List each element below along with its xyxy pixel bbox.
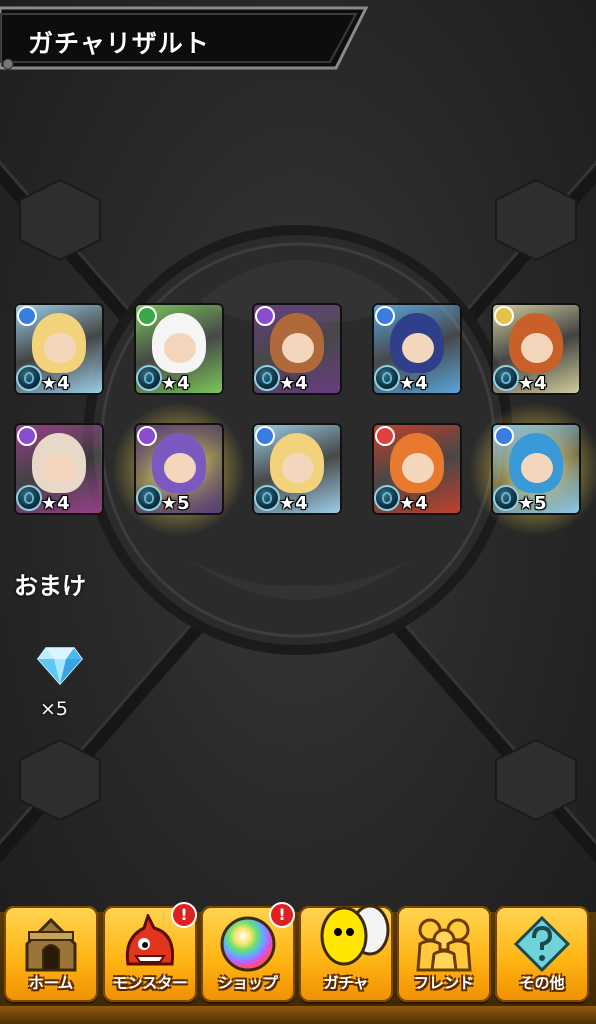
attribute-icon [255,426,275,446]
attribute-icon [375,306,395,326]
bottom-nav: ホーム ! モンスター ! ショップ ガチャ フレンド その他 [0,894,596,1024]
gem-icon [36,646,84,690]
rarity-stars: ★4 [41,493,70,514]
rarity-stars: ★4 [518,373,547,394]
rarity-stars: ★5 [161,493,190,514]
other-icon [512,914,572,973]
nav-label: その他 [519,974,565,992]
notification-badge: ! [269,902,295,928]
luck-ball-icon [136,365,162,391]
attribute-icon [494,306,514,326]
rarity-stars: ★4 [279,493,308,514]
shop-orb-icon [218,914,278,972]
home-icon [21,914,81,972]
nav-monster-button[interactable]: ! モンスター [103,902,197,1002]
attribute-icon [137,426,157,446]
attribute-icon [494,426,514,446]
nav-other-button[interactable]: その他 [495,906,589,1002]
attribute-icon [255,306,275,326]
title-bar: ガチャリザルト [0,6,370,72]
attribute-icon [375,426,395,446]
luck-ball-icon [493,485,519,511]
nav-home-button[interactable]: ホーム [4,906,98,1002]
luck-ball-icon [136,485,162,511]
attribute-icon [17,426,37,446]
friend-icon [414,914,474,972]
monster-card[interactable]: ★4 [252,423,342,515]
gem-icon-shape [37,647,83,686]
bonus-label: おまけ [14,572,86,600]
monster-card[interactable]: ★4 [14,423,104,515]
luck-ball-icon [374,365,400,391]
nav-shop-button[interactable]: ! ショップ [201,902,295,1002]
nav-label: フレンド [413,974,474,992]
rarity-stars: ★4 [279,373,308,394]
nav-label: ホーム [28,974,74,992]
luck-ball-icon [493,365,519,391]
nav-gacha-button[interactable]: ガチャ [299,904,393,1002]
gacha-egg-icon [316,904,390,972]
attribute-icon [17,306,37,326]
luck-ball-icon [16,485,42,511]
monster-icon [120,912,180,972]
monster-card[interactable]: ★4 [252,303,342,395]
page-title: ガチャリザルト [28,29,210,58]
nav-friend-button[interactable]: フレンド [397,906,491,1002]
luck-ball-icon [374,485,400,511]
rarity-stars: ★4 [399,493,428,514]
monster-card[interactable]: ★5 [469,401,596,537]
luck-ball-icon [16,365,42,391]
rarity-stars: ★4 [161,373,190,394]
monster-card[interactable]: ★4 [14,303,104,395]
nav-label: ガチャ [323,974,369,992]
nav-bottom-strip [0,1006,596,1024]
monster-card[interactable]: ★4 [372,303,462,395]
monster-card[interactable]: ★4 [491,303,581,395]
luck-ball-icon [254,485,280,511]
luck-ball-icon [254,365,280,391]
notification-badge: ! [171,902,197,928]
rarity-stars: ★4 [41,373,70,394]
monster-card[interactable]: ★5 [112,401,246,537]
rarity-stars: ★4 [399,373,428,394]
nav-label: モンスター [112,974,188,992]
nav-label: ショップ [217,974,278,992]
monster-card[interactable]: ★4 [134,303,224,395]
rarity-stars: ★5 [518,493,547,514]
monster-card[interactable]: ★4 [372,423,462,515]
attribute-icon [137,306,157,326]
gem-count: ×5 [40,698,69,720]
